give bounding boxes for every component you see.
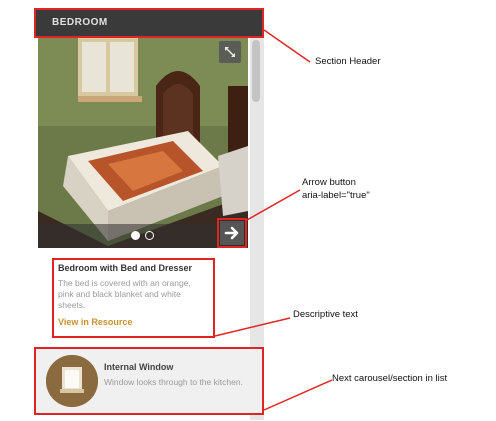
connector-next-carousel bbox=[263, 379, 333, 411]
annotation-section-header: Section Header bbox=[315, 56, 381, 67]
connector-section-header bbox=[263, 29, 311, 63]
annotation-arrow-button-line1: Arrow button bbox=[302, 177, 356, 188]
connector-arrow-button bbox=[246, 189, 301, 221]
connector-descriptive-text bbox=[214, 317, 291, 337]
annotation-descriptive-text: Descriptive text bbox=[293, 309, 358, 320]
annotation-arrow-button-line2: aria-label="true" bbox=[302, 190, 370, 201]
annotation-next-carousel: Next carousel/section in list bbox=[332, 373, 448, 384]
annotation-connectors bbox=[214, 29, 333, 411]
